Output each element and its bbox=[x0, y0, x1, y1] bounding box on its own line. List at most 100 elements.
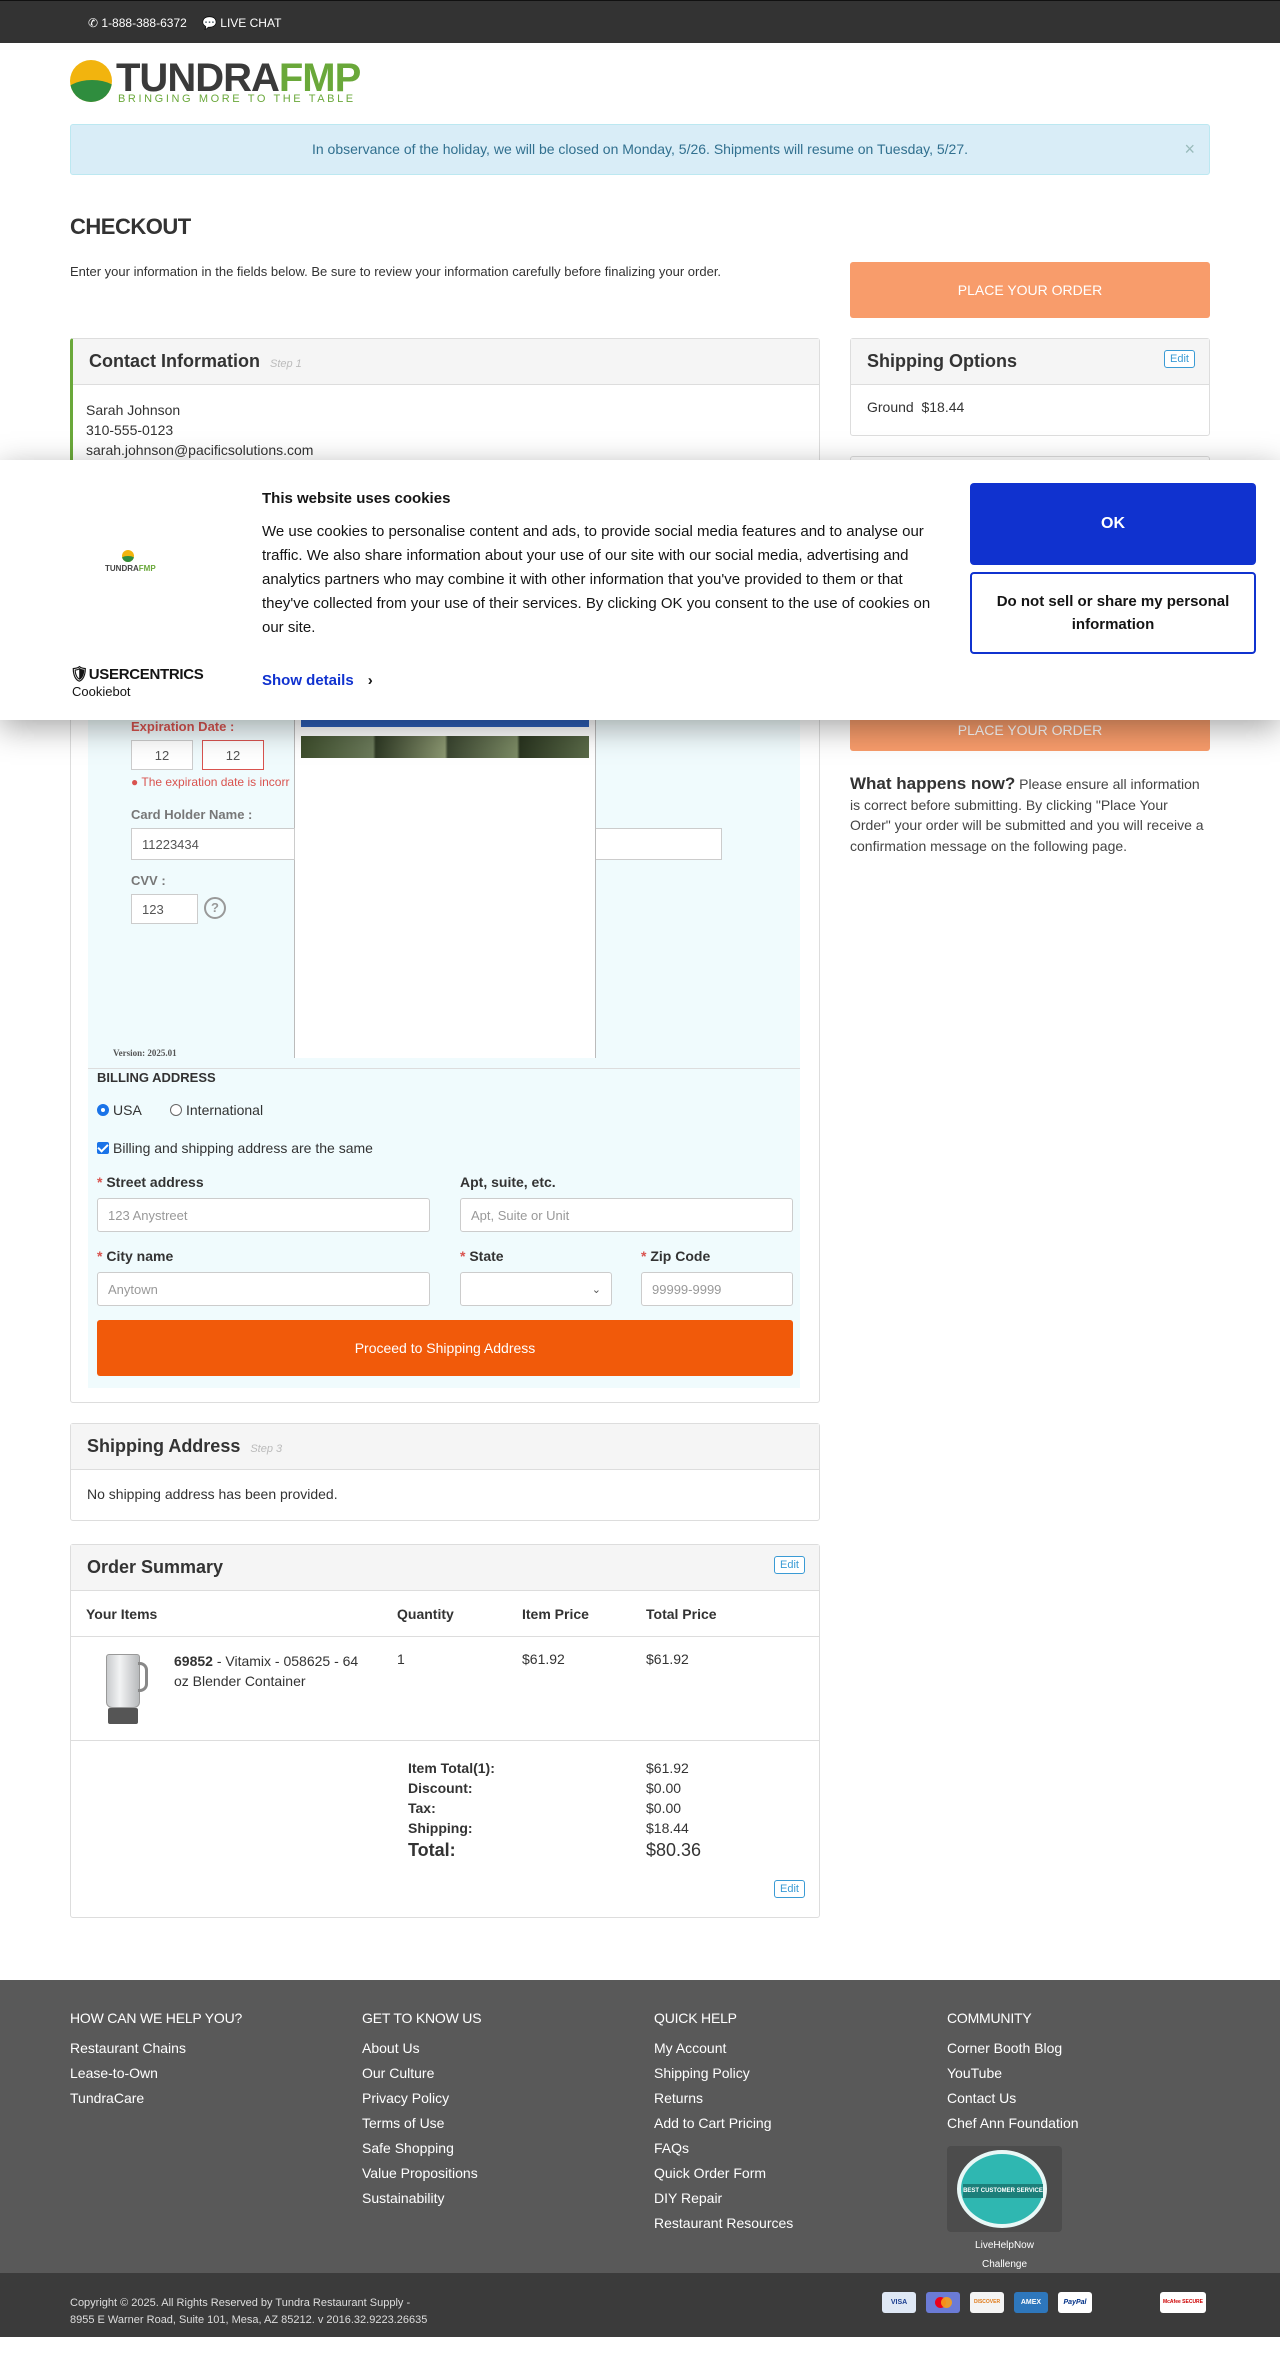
footer-link[interactable]: Sustainability bbox=[362, 2190, 445, 2206]
international-radio[interactable]: International bbox=[170, 1102, 263, 1118]
card-holder-input-right[interactable] bbox=[596, 828, 722, 860]
badge-caption: LiveHelpNow Challenge bbox=[975, 2240, 1034, 2270]
chevron-right-icon: › bbox=[367, 672, 373, 689]
proceed-to-shipping-button[interactable]: Proceed to Shipping Address bbox=[97, 1320, 793, 1376]
cookie-ok-button[interactable]: OK bbox=[970, 483, 1256, 565]
card-holder-label: Card Holder Name : bbox=[131, 807, 253, 822]
street-label: * Street address bbox=[97, 1174, 204, 1190]
street-input[interactable]: 123 Anystreet bbox=[97, 1198, 430, 1232]
footer-link[interactable]: YouTube bbox=[947, 2065, 1002, 2081]
footer-link[interactable]: FAQs bbox=[654, 2140, 689, 2156]
discount-value: $0.00 bbox=[646, 1780, 682, 1796]
visa-icon: VISA bbox=[882, 2292, 916, 2313]
footer-link[interactable]: Quick Order Form bbox=[654, 2165, 766, 2181]
apt-input[interactable]: Apt, Suite or Unit bbox=[460, 1198, 793, 1232]
top-bar: ✆ 1-888-388-6372 💬 LIVE CHAT bbox=[0, 0, 1280, 43]
order-summary-edit-button-2[interactable]: Edit bbox=[774, 1880, 805, 1898]
shipping-options-edit-button[interactable]: Edit bbox=[1164, 350, 1195, 368]
holiday-alert: In observance of the holiday, we will be… bbox=[70, 124, 1210, 175]
live-chat-link[interactable]: 💬 LIVE CHAT bbox=[202, 16, 281, 30]
footer-link[interactable]: Our Culture bbox=[362, 2065, 434, 2081]
state-label: * State bbox=[460, 1248, 504, 1264]
place-order-button[interactable]: PLACE YOUR ORDER bbox=[850, 262, 1210, 318]
footer-link[interactable]: Restaurant Chains bbox=[70, 2040, 186, 2056]
help-icon[interactable]: ? bbox=[204, 897, 226, 919]
exp-year-input[interactable]: 12 bbox=[202, 740, 264, 770]
product-name[interactable]: 69852 - Vitamix - 058625 - 64 oz Blender… bbox=[174, 1651, 364, 1691]
footer-link[interactable]: About Us bbox=[362, 2040, 420, 2056]
usa-radio[interactable]: USA bbox=[97, 1102, 142, 1118]
footer-link[interactable]: DIY Repair bbox=[654, 2190, 722, 2206]
shipping-options-title: Shipping Options bbox=[867, 351, 1017, 371]
footer-link[interactable]: Chef Ann Foundation bbox=[947, 2115, 1079, 2131]
do-not-sell-button[interactable]: Do not sell or share my personal informa… bbox=[970, 572, 1256, 654]
col-quantity: Quantity bbox=[397, 1606, 454, 1622]
footer-link[interactable]: Corner Booth Blog bbox=[947, 2040, 1062, 2056]
exp-error: ● The expiration date is incorr bbox=[131, 775, 290, 789]
tax-value: $0.00 bbox=[646, 1800, 682, 1816]
customer-service-badge[interactable]: BEST CUSTOMER SERVICE bbox=[947, 2146, 1062, 2232]
footer-heading-quick: QUICK HELP bbox=[654, 2010, 737, 2026]
city-input[interactable]: Anytown bbox=[97, 1272, 430, 1306]
mastercard-icon bbox=[926, 2292, 960, 2313]
footer-link[interactable]: Lease-to-Own bbox=[70, 2065, 158, 2081]
order-summary-panel: Order Summary Edit bbox=[70, 1544, 820, 1918]
total-value: $80.36 bbox=[646, 1840, 702, 1860]
shipping-address-header: Shipping Address Step 3 bbox=[71, 1424, 819, 1470]
footer-link[interactable]: Add to Cart Pricing bbox=[654, 2115, 772, 2131]
what-happens-now: What happens now? Please ensure all info… bbox=[850, 774, 1204, 854]
checkout-intro: Enter your information in the fields bel… bbox=[70, 264, 722, 279]
shipping-address-panel: Shipping Address Step 3 No shipping addre… bbox=[70, 1423, 820, 1521]
cvv-input[interactable]: 123 bbox=[131, 894, 198, 924]
footer-link[interactable]: Returns bbox=[654, 2090, 703, 2106]
usercentrics-logo: 🛡USERCENTRICS bbox=[70, 666, 204, 683]
divider bbox=[71, 1636, 819, 1637]
exp-month-input[interactable]: 12 bbox=[131, 740, 193, 770]
col-your-items: Your Items bbox=[86, 1606, 158, 1622]
shipping-address-title: Shipping Address bbox=[87, 1436, 241, 1456]
paypal-icon: PayPal bbox=[1058, 2292, 1092, 2313]
contact-title: Contact Information bbox=[89, 351, 260, 371]
order-summary-edit-button[interactable]: Edit bbox=[774, 1556, 805, 1574]
place-order-button-2[interactable]: PLACE YOUR ORDER bbox=[850, 715, 1210, 751]
zip-input[interactable]: 99999-9999 bbox=[641, 1272, 793, 1306]
phone-link[interactable]: ✆ 1-888-388-6372 bbox=[88, 16, 187, 30]
product-image[interactable] bbox=[100, 1652, 152, 1728]
footer-link[interactable]: Safe Shopping bbox=[362, 2140, 454, 2156]
footer-link[interactable]: Contact Us bbox=[947, 2090, 1016, 2106]
logo-mark-icon bbox=[70, 60, 112, 102]
footer-link[interactable]: Privacy Policy bbox=[362, 2090, 449, 2106]
state-select[interactable]: ⌄ bbox=[460, 1272, 612, 1306]
version-label: Version: 2025.01 bbox=[113, 1048, 177, 1058]
iframe-accent-bar bbox=[301, 720, 589, 727]
apt-label: Apt, suite, etc. bbox=[460, 1174, 556, 1190]
card-holder-input[interactable]: 11223434 bbox=[131, 828, 295, 860]
footer-link[interactable]: Value Propositions bbox=[362, 2165, 478, 2181]
shipping-method: Ground $18.44 bbox=[867, 399, 965, 415]
item-price: $61.92 bbox=[522, 1651, 565, 1667]
contact-step: Step 1 bbox=[270, 358, 302, 370]
card-iframe bbox=[294, 720, 596, 1058]
footer-link[interactable]: Restaurant Resources bbox=[654, 2215, 793, 2231]
item-quantity: 1 bbox=[397, 1651, 405, 1667]
contact-panel-header: Contact Information Step 1 bbox=[73, 339, 819, 385]
footer-link[interactable]: TundraCare bbox=[70, 2090, 144, 2106]
footer-heading-know: GET TO KNOW US bbox=[362, 2010, 482, 2026]
show-details-link[interactable]: Show details › bbox=[262, 672, 373, 689]
cvv-label: CVV : bbox=[131, 873, 166, 888]
footer-link[interactable]: Terms of Use bbox=[362, 2115, 444, 2131]
copyright-text: Copyright © 2025. All Rights Reserved by… bbox=[70, 2297, 428, 2326]
checkbox-checked-icon bbox=[97, 1142, 109, 1154]
footer-link[interactable]: My Account bbox=[654, 2040, 726, 2056]
item-total: $61.92 bbox=[646, 1651, 689, 1667]
footer-link[interactable]: Shipping Policy bbox=[654, 2065, 750, 2081]
total-label: Total: bbox=[408, 1840, 456, 1860]
close-icon[interactable]: × bbox=[1184, 125, 1195, 174]
same-address-checkbox[interactable]: Billing and shipping address are the sam… bbox=[97, 1140, 373, 1156]
award-icon: BEST CUSTOMER SERVICE bbox=[957, 2150, 1047, 2228]
order-summary-title: Order Summary bbox=[87, 1557, 224, 1577]
error-icon: ● bbox=[131, 775, 139, 789]
live-chat-label: LIVE CHAT bbox=[220, 16, 282, 30]
col-item-price: Item Price bbox=[522, 1606, 589, 1622]
iframe-image-strip bbox=[301, 736, 589, 758]
